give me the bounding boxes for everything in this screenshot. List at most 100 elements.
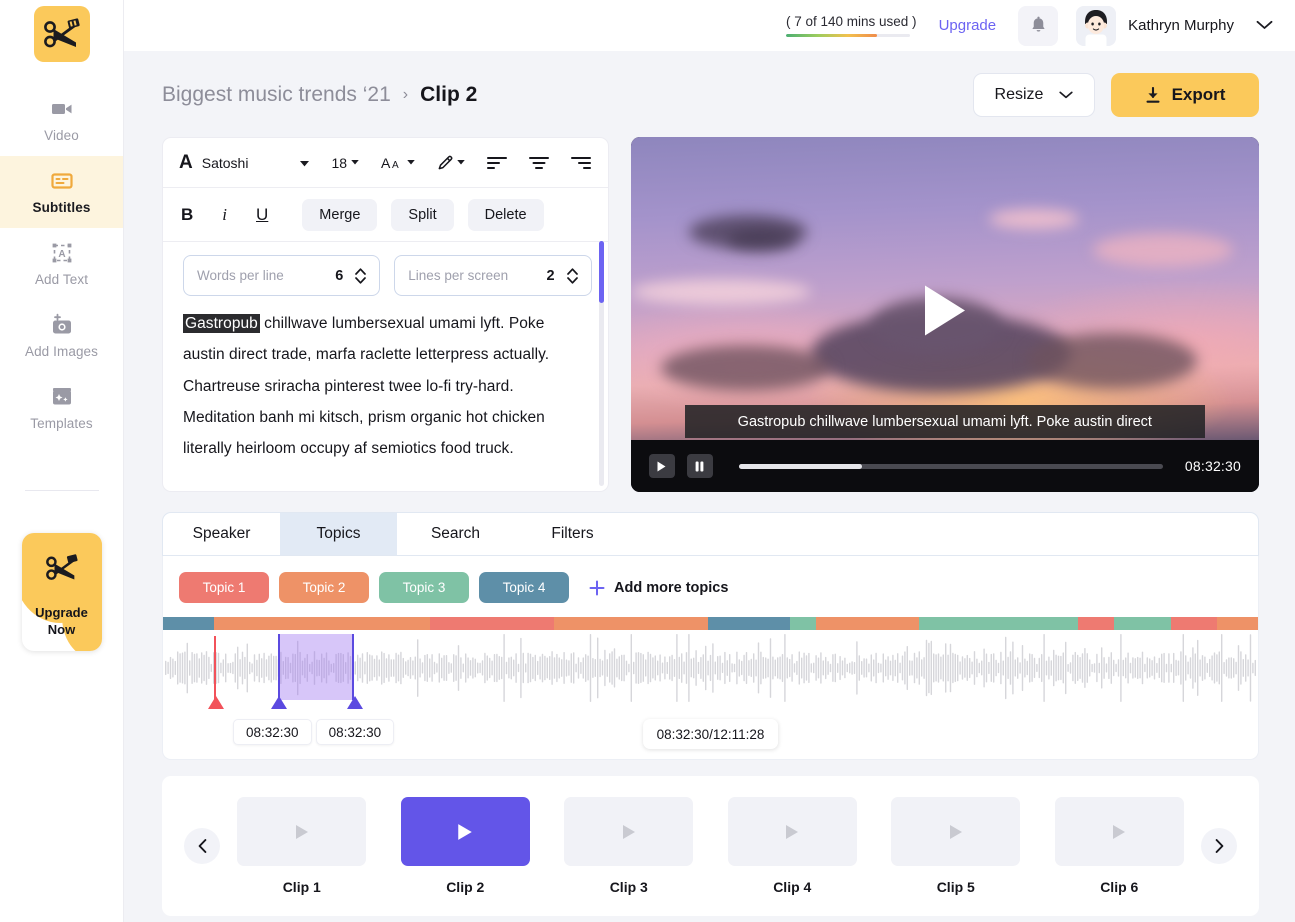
svg-text:A: A: [58, 249, 65, 260]
text-case-control[interactable]: A A: [381, 155, 415, 170]
text-color-control[interactable]: [437, 154, 465, 171]
panel-tabs: Speaker Topics Search Filters: [162, 512, 1259, 556]
waveform-playhead-handle[interactable]: [208, 696, 224, 709]
delete-button[interactable]: Delete: [467, 198, 544, 231]
clip-thumbnail[interactable]: [727, 797, 857, 866]
play-icon: [458, 823, 472, 840]
underline-button[interactable]: U: [256, 205, 268, 225]
breadcrumb-parent[interactable]: Biggest music trends ‘21: [162, 83, 391, 107]
avatar[interactable]: [1076, 5, 1117, 46]
sidebar-item-add-images[interactable]: Add Images: [0, 300, 123, 372]
text-toolbar-row-2: B i U Merge Split Delete: [163, 188, 608, 242]
waveform-playhead[interactable]: [214, 636, 216, 700]
selection-end-time[interactable]: 08:32:30: [315, 719, 395, 745]
subtitle-scrollbar[interactable]: [598, 241, 604, 486]
clip-thumbnail[interactable]: [400, 797, 530, 866]
subtitle-settings: Words per line 6 Lines per screen 2: [163, 242, 608, 296]
play-icon: [949, 824, 962, 839]
words-per-line-stepper[interactable]: Words per line 6: [183, 255, 381, 296]
clip-item[interactable]: Clip 2: [400, 797, 530, 895]
selection-start-time[interactable]: 08:32:30: [233, 719, 312, 745]
sidebar-item-templates[interactable]: Templates: [0, 372, 123, 444]
video-pause-button[interactable]: [686, 454, 713, 478]
topic-pill[interactable]: Topic 4: [479, 572, 569, 603]
resize-button[interactable]: Resize: [973, 73, 1095, 117]
subtitle-scrollbar-thumb[interactable]: [598, 241, 604, 303]
add-text-icon: A: [52, 243, 71, 263]
lines-per-screen-arrows[interactable]: [566, 267, 578, 284]
chevron-down-icon: [457, 160, 465, 165]
words-per-line-arrows[interactable]: [355, 267, 367, 284]
lines-per-screen-stepper[interactable]: Lines per screen 2: [394, 255, 592, 296]
upgrade-link[interactable]: Upgrade: [939, 17, 997, 34]
topic-pill[interactable]: Topic 2: [279, 572, 369, 603]
clip-thumbnail[interactable]: [564, 797, 694, 866]
sidebar-item-subtitles[interactable]: Subtitles: [0, 156, 123, 228]
topic-color-strip[interactable]: [163, 617, 1258, 630]
breadcrumb-separator-icon: ›: [402, 86, 409, 103]
sidebar-item-label: Subtitles: [32, 200, 91, 215]
clip-thumbnail[interactable]: [237, 797, 367, 866]
sidebar: Video Subtitles A Add Text Add Images Te…: [0, 0, 124, 922]
video-play-overlay-button[interactable]: [922, 284, 968, 343]
align-left-icon: [487, 156, 508, 169]
add-more-topics-button[interactable]: Add more topics: [589, 580, 728, 596]
bold-button[interactable]: B: [181, 205, 193, 225]
audio-waveform[interactable]: [165, 630, 1256, 715]
topic-pill[interactable]: Topic 1: [179, 572, 269, 603]
font-family-dropdown-icon[interactable]: [300, 154, 310, 172]
video-progress-slider[interactable]: [738, 463, 1163, 469]
clip-item[interactable]: Clip 1: [237, 797, 367, 895]
italic-button[interactable]: i: [222, 205, 227, 225]
resize-button-label: Resize: [994, 86, 1044, 103]
sidebar-item-label: Video: [44, 128, 79, 143]
align-right-button[interactable]: [571, 156, 592, 170]
user-menu-toggle[interactable]: [1256, 17, 1273, 35]
tab-topics[interactable]: Topics: [280, 513, 397, 555]
page-header: Biggest music trends ‘21 › Clip 2 Resize…: [124, 51, 1295, 117]
waveform-selection-end-handle[interactable]: [347, 696, 363, 709]
video-play-button[interactable]: [648, 454, 675, 478]
upgrade-now-card[interactable]: Upgrade Now: [21, 533, 102, 651]
clip-thumbnail[interactable]: [891, 797, 1021, 866]
align-left-button[interactable]: [487, 156, 508, 170]
sidebar-item-add-text[interactable]: A Add Text: [0, 228, 123, 300]
subtitle-text-editor[interactable]: Gastropub chillwave lumbersexual umami l…: [163, 296, 608, 464]
topic-pill-list: Topic 1 Topic 2 Topic 3 Topic 4 Add more…: [163, 572, 1258, 617]
upgrade-card-line1: Upgrade: [35, 604, 88, 620]
chevron-down-icon: [1059, 91, 1074, 99]
chevron-down-icon: [1256, 20, 1273, 29]
clip-item[interactable]: Clip 5: [891, 797, 1021, 895]
topic-pill[interactable]: Topic 3: [379, 572, 469, 603]
export-button[interactable]: Export: [1111, 73, 1259, 117]
tab-filters[interactable]: Filters: [514, 513, 631, 555]
app-logo[interactable]: [33, 6, 90, 62]
minutes-usage-text: ( 7 of 140 mins used ): [785, 14, 917, 29]
sidebar-item-video[interactable]: Video: [0, 84, 123, 156]
header-actions: Resize Export: [973, 73, 1259, 117]
tab-speaker[interactable]: Speaker: [163, 513, 280, 555]
subtitle-highlighted-word[interactable]: Gastropub: [183, 314, 260, 333]
clips-next-button[interactable]: [1201, 828, 1237, 864]
chevron-down-icon: [566, 276, 578, 284]
font-size-control[interactable]: 18: [331, 155, 359, 171]
split-button[interactable]: Split: [391, 198, 454, 231]
text-case-icon: A A: [381, 155, 399, 170]
clip-item[interactable]: Clip 6: [1054, 797, 1184, 895]
main-content: Biggest music trends ‘21 › Clip 2 Resize…: [124, 51, 1295, 922]
lines-per-screen-label: Lines per screen: [408, 268, 509, 283]
waveform-selection-region[interactable]: [278, 634, 354, 700]
clip-thumbnail[interactable]: [1054, 797, 1184, 866]
waveform-selection-start-handle[interactable]: [271, 696, 287, 709]
play-icon: [786, 824, 799, 839]
font-family-value[interactable]: Satoshi: [202, 155, 249, 171]
tab-search[interactable]: Search: [397, 513, 514, 555]
clip-item[interactable]: Clip 4: [727, 797, 857, 895]
clips-prev-button[interactable]: [184, 828, 220, 864]
words-per-line-label: Words per line: [197, 268, 284, 283]
clapper-scissors-logo-icon: [45, 554, 78, 580]
merge-button[interactable]: Merge: [302, 198, 378, 231]
clip-item[interactable]: Clip 3: [564, 797, 694, 895]
notifications-button[interactable]: [1018, 5, 1059, 46]
align-center-button[interactable]: [529, 156, 550, 170]
